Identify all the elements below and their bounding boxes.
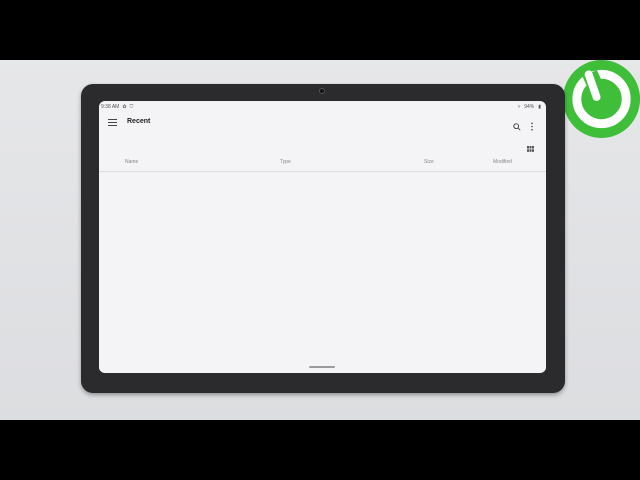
column-header-row: Name Type Size Modified	[99, 153, 546, 172]
search-icon[interactable]	[513, 118, 521, 131]
status-time: 9:38 AM	[101, 104, 120, 110]
battery-level: 94%	[524, 104, 535, 110]
gesture-nav-handle[interactable]	[309, 366, 335, 368]
status-bar: 9:38 AM ✿ ⛉ ▿ 94% ▮	[99, 101, 546, 113]
app-bar: Recent	[99, 113, 546, 135]
grid-view-icon[interactable]	[527, 139, 534, 152]
column-header-modified[interactable]: Modified	[493, 159, 512, 165]
column-header-type[interactable]: Type	[280, 159, 291, 165]
shield-status-icon: ⛉	[129, 104, 134, 110]
battery-icon: ▮	[538, 104, 541, 110]
hamburger-menu-icon[interactable]	[108, 119, 117, 127]
more-vert-icon[interactable]	[530, 118, 534, 131]
power-logo-icon	[563, 60, 640, 138]
tablet-device: 9:38 AM ✿ ⛉ ▿ 94% ▮ Recent Name Type Siz…	[81, 84, 565, 393]
file-list-area	[99, 172, 546, 371]
tablet-screen: 9:38 AM ✿ ⛉ ▿ 94% ▮ Recent Name Type Siz…	[99, 101, 546, 373]
settings-status-icon: ✿	[122, 104, 127, 110]
wifi-icon: ▿	[517, 104, 521, 110]
column-header-size[interactable]: Size	[424, 159, 434, 165]
page-title: Recent	[127, 118, 151, 125]
front-camera	[319, 88, 325, 94]
column-header-name[interactable]: Name	[125, 159, 138, 165]
